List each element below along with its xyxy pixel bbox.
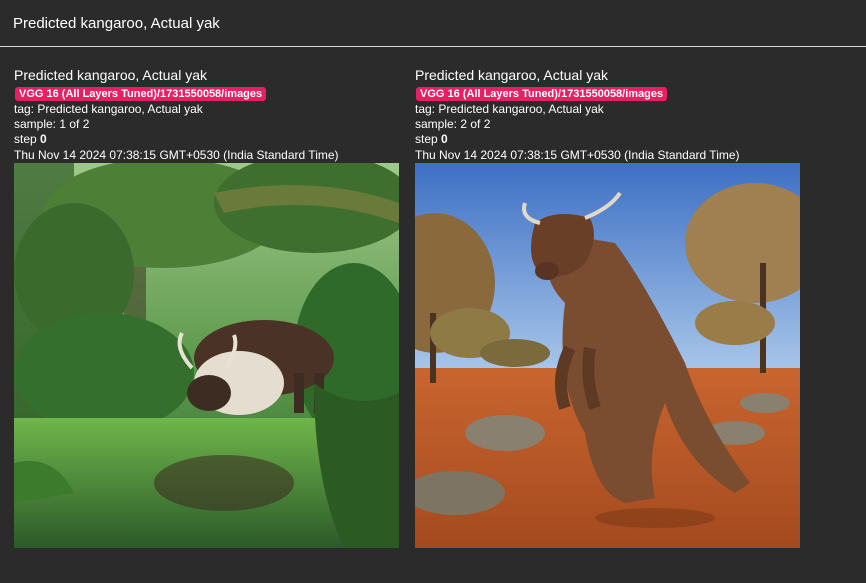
jungle-yak-image: [14, 163, 399, 548]
page-header: Predicted kangaroo, Actual yak: [0, 0, 866, 47]
tag-value: Predicted kangaroo, Actual yak: [37, 102, 203, 116]
run-badge: VGG 16 (All Layers Tuned)/1731550058/ima…: [15, 87, 267, 101]
step-value: 0: [441, 132, 448, 146]
sample-line: sample: 2 of 2: [415, 117, 800, 132]
image-card: Predicted kangaroo, Actual yak VGG 16 (A…: [14, 67, 399, 548]
timestamp: Thu Nov 14 2024 07:38:15 GMT+0530 (India…: [14, 148, 339, 162]
tag-line: tag: Predicted kangaroo, Actual yak: [14, 102, 399, 117]
step-label: step: [14, 132, 41, 146]
page-title: Predicted kangaroo, Actual yak: [13, 14, 220, 32]
tag-line: tag: Predicted kangaroo, Actual yak: [415, 102, 800, 117]
step-line: step 0: [415, 132, 800, 147]
step-value: 0: [40, 132, 47, 146]
outback-yak-image: [415, 163, 800, 548]
sample-value: 2 of 2: [460, 117, 491, 131]
step-label: step: [415, 132, 442, 146]
step-line: step 0: [14, 132, 399, 147]
tag-label: tag:: [14, 102, 38, 116]
tag-value: Predicted kangaroo, Actual yak: [438, 102, 604, 116]
sample-line: sample: 1 of 2: [14, 117, 399, 132]
sample-image[interactable]: [14, 163, 399, 548]
timestamp: Thu Nov 14 2024 07:38:15 GMT+0530 (India…: [415, 148, 740, 162]
sample-label: sample:: [415, 117, 461, 131]
sample-image[interactable]: [415, 163, 800, 548]
sample-value: 1 of 2: [59, 117, 90, 131]
card-title: Predicted kangaroo, Actual yak: [14, 67, 208, 83]
sample-label: sample:: [14, 117, 60, 131]
tag-label: tag:: [415, 102, 439, 116]
image-card: Predicted kangaroo, Actual yak VGG 16 (A…: [415, 67, 800, 548]
run-badge: VGG 16 (All Layers Tuned)/1731550058/ima…: [416, 87, 668, 101]
card-title: Predicted kangaroo, Actual yak: [415, 67, 609, 83]
